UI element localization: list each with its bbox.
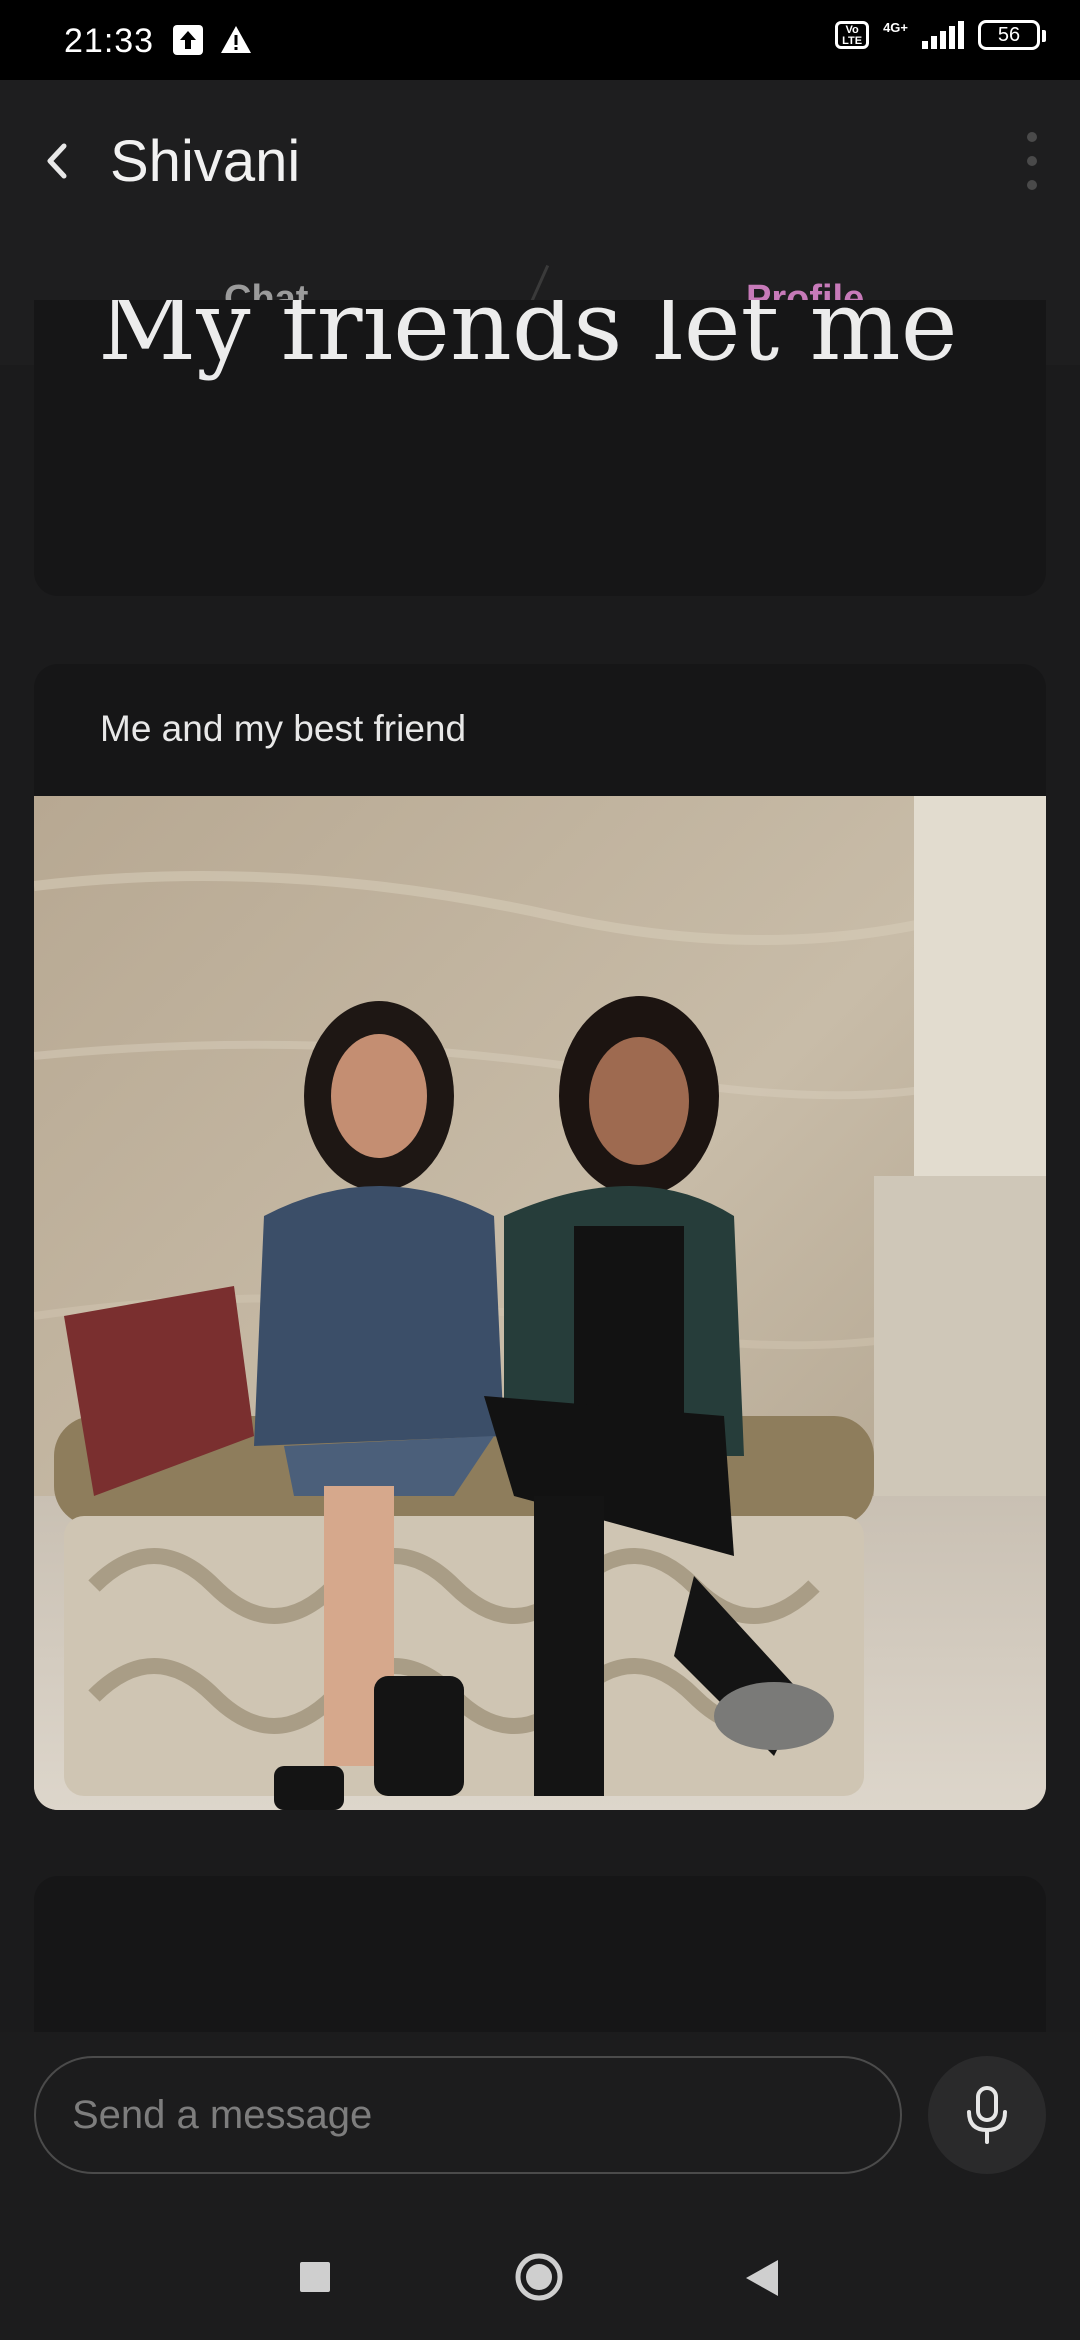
photo-caption: Me and my best friend (100, 708, 467, 749)
network-type: 4G+ (883, 19, 908, 35)
upload-icon (173, 25, 203, 55)
warning-icon (221, 26, 251, 53)
mic-button[interactable] (928, 2056, 1046, 2174)
message-input[interactable] (34, 2056, 902, 2174)
battery-level: 56 (997, 24, 1021, 46)
recent-apps-square-icon[interactable] (300, 2262, 330, 2292)
message-composer (0, 2032, 1080, 2220)
photo-card: Me and my best friend (34, 664, 1046, 1810)
status-bar: 21:33 Vo LTE 4G+ 56 (0, 0, 1080, 80)
signal-icon (922, 21, 964, 49)
profile-photo[interactable] (34, 796, 1046, 1810)
prompt-answer-text: My friends let me (98, 300, 958, 382)
battery-icon: 56 (978, 20, 1046, 50)
status-time: 21:33 (64, 22, 155, 60)
next-card (34, 1876, 1046, 2036)
home-circle-icon[interactable] (514, 2252, 564, 2302)
page-title: Shivani (110, 129, 301, 194)
microphone-icon (967, 2086, 1007, 2144)
back-chevron-icon[interactable] (36, 136, 76, 186)
back-triangle-icon[interactable] (742, 2256, 782, 2300)
more-vertical-icon[interactable] (1024, 132, 1040, 192)
volte-icon: Vo LTE (835, 21, 870, 49)
system-nav-bar (0, 2220, 1080, 2340)
profile-prompt-card: My friends let me (34, 300, 1046, 596)
